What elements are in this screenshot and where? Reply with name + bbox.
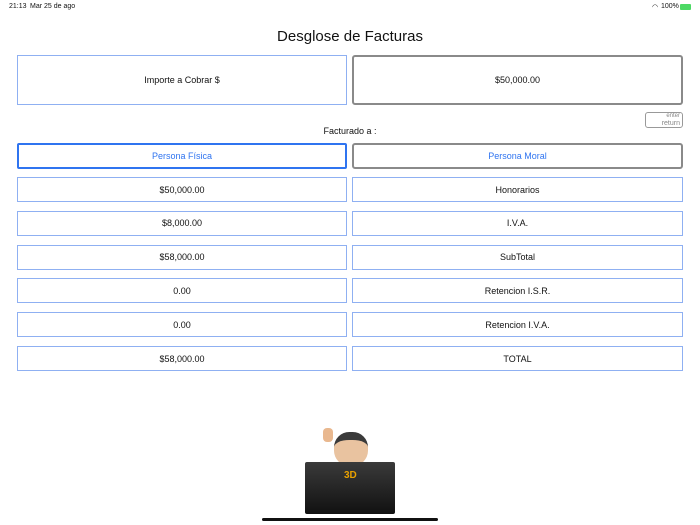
value-field[interactable]: $58,000.00 bbox=[17, 346, 347, 371]
memoji-avatar-image: 3D bbox=[305, 422, 395, 517]
battery-icon bbox=[680, 4, 691, 10]
importe-label: Importe a Cobrar $ bbox=[17, 55, 347, 105]
importe-input[interactable]: $50,000.00 bbox=[352, 55, 683, 105]
page-title: Desglose de Facturas bbox=[277, 28, 423, 45]
concept-label: Retencion I.S.R. bbox=[352, 278, 683, 304]
persona-moral-button[interactable]: Persona Moral bbox=[352, 143, 683, 169]
value-field[interactable]: $8,000.00 bbox=[17, 210, 347, 236]
status-time: 21:13 bbox=[9, 3, 27, 10]
concept-label: Retencion I.V.A. bbox=[352, 312, 683, 338]
value-field[interactable]: 0.00 bbox=[17, 278, 347, 304]
value-field[interactable]: 0.00 bbox=[17, 312, 347, 338]
concept-label: Honorarios bbox=[352, 177, 683, 202]
battery-percent: 100% bbox=[661, 3, 679, 10]
concept-label: I.V.A. bbox=[352, 210, 683, 236]
home-indicator[interactable] bbox=[262, 518, 438, 521]
concept-label: TOTAL bbox=[352, 346, 683, 371]
wifi-icon: ◠ bbox=[652, 4, 659, 11]
facturado-label: Facturado a : bbox=[323, 126, 377, 136]
value-field[interactable]: $50,000.00 bbox=[17, 177, 347, 202]
return-key-top: enter bbox=[666, 113, 680, 119]
persona-fisica-button[interactable]: Persona Física bbox=[17, 143, 347, 169]
value-field[interactable]: $58,000.00 bbox=[17, 244, 347, 270]
status-date: Mar 25 de ago bbox=[30, 3, 76, 10]
concept-label: SubTotal bbox=[352, 244, 683, 270]
